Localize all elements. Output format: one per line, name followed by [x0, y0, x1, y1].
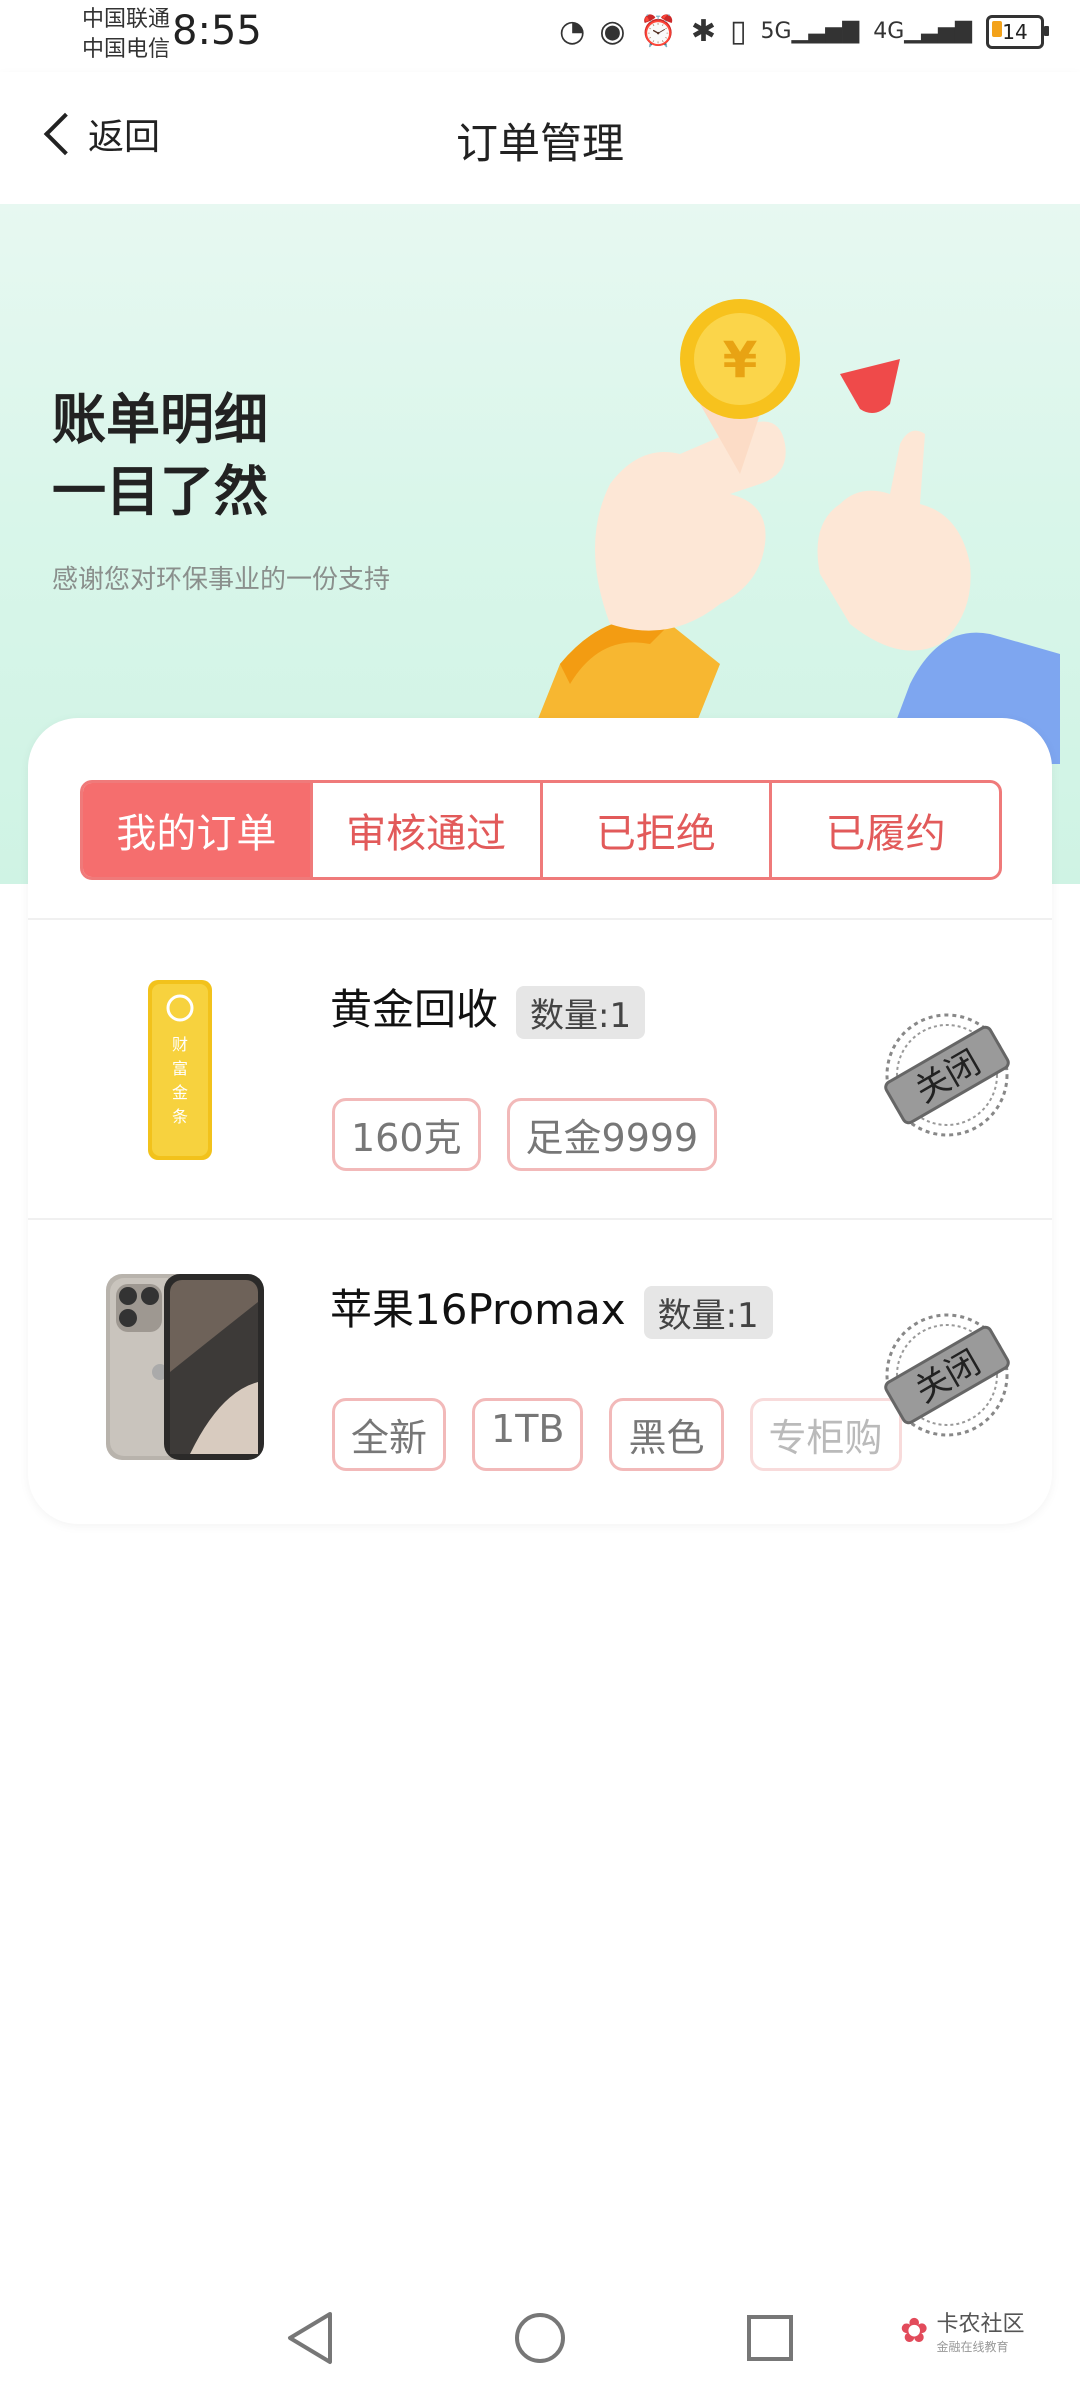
- alarm-icon: ⏰: [639, 14, 677, 49]
- tag: 专柜购: [749, 1398, 902, 1471]
- svg-text:金: 金: [172, 1083, 188, 1102]
- order-item[interactable]: 苹果16Promax 数量:1 全新 1TB 黑色 专柜购 关闭: [28, 1220, 1052, 1520]
- battery-level: 14: [1002, 20, 1028, 44]
- vibrate-icon: ▯: [730, 14, 747, 49]
- battery-icon: 14: [986, 15, 1049, 49]
- qty-badge: 数量:1: [643, 1286, 773, 1339]
- page-title: 订单管理: [455, 119, 624, 168]
- carrier-1: 中国联通: [82, 7, 171, 32]
- clock: 8:55: [172, 8, 262, 54]
- order-tags: 全新 1TB 黑色 专柜购: [332, 1398, 902, 1471]
- system-nav-bar: ✿ 卡农社区 金融在线教育: [0, 2280, 1080, 2400]
- banner-title-line2: 一目了然: [52, 460, 268, 523]
- order-item[interactable]: 财 富 金 条 黄金回收 数量:1 160克 足金9999 关闭: [28, 920, 1052, 1220]
- order-tags: 160克 足金9999: [332, 1098, 718, 1171]
- eye-icon: ◉: [599, 14, 626, 49]
- closed-stamp-icon: 关闭: [884, 1313, 1010, 1437]
- tab-approved[interactable]: 审核通过: [313, 783, 543, 877]
- home-circle-icon[interactable]: [512, 2308, 568, 2368]
- gold-bar-image: 财 富 金 条: [148, 980, 212, 1160]
- speed-icon: ◔: [559, 14, 586, 49]
- svg-text:富: 富: [172, 1059, 188, 1078]
- signal-5g-icon: 5G▁▃▅▇: [760, 19, 860, 44]
- iphone-image: [106, 1274, 264, 1460]
- svg-text:财: 财: [172, 1035, 188, 1054]
- recents-square-icon[interactable]: [742, 2308, 798, 2368]
- order-title: 黄金回收 数量:1: [330, 976, 646, 1039]
- tab-rejected[interactable]: 已拒绝: [543, 783, 773, 877]
- order-title: 苹果16Promax 数量:1: [330, 1276, 773, 1339]
- back-triangle-icon[interactable]: [282, 2308, 338, 2368]
- tag: 160克: [332, 1098, 481, 1171]
- tag: 1TB: [472, 1398, 584, 1471]
- tab-fulfilled[interactable]: 已履约: [772, 783, 999, 877]
- svg-text:条: 条: [172, 1107, 188, 1126]
- nav-bar: 返回 订单管理: [0, 72, 1080, 204]
- banner-title: 账单明细 一目了然: [52, 384, 268, 528]
- tag: 黑色: [609, 1398, 724, 1471]
- banner-title-line1: 账单明细: [52, 388, 268, 451]
- carrier-2: 中国电信: [82, 37, 171, 62]
- order-name: 黄金回收: [330, 985, 499, 1034]
- tag: 全新: [332, 1398, 447, 1471]
- tag: 足金9999: [506, 1098, 718, 1171]
- watermark-text: 卡农社区: [936, 2312, 1025, 2337]
- banner-subtitle: 感谢您对环保事业的一份支持: [52, 565, 391, 595]
- hands-coin-illustration: ¥: [520, 299, 1060, 764]
- status-bar: 中国联通 中国电信 8:55 ◔ ◉ ⏰ ✱ ▯ 5G▁▃▅▇ 4G▁▃▅▇ 1…: [0, 0, 1080, 72]
- signal-4g-icon: 4G▁▃▅▇: [873, 19, 972, 44]
- order-card: 我的订单 审核通过 已拒绝 已履约 财 富 金 条 黄金回收 数量:1 160克 …: [28, 718, 1052, 1524]
- watermark-logo-icon: ✿: [900, 2310, 929, 2351]
- order-tabs: 我的订单 审核通过 已拒绝 已履约: [80, 780, 1002, 880]
- closed-stamp-icon: 关闭: [884, 1013, 1010, 1137]
- watermark-subtext: 金融在线教育: [936, 2340, 1009, 2354]
- bluetooth-icon: ✱: [690, 14, 717, 49]
- tab-my-orders[interactable]: 我的订单: [83, 783, 313, 877]
- qty-badge: 数量:1: [516, 986, 646, 1039]
- svg-text:¥: ¥: [723, 331, 758, 389]
- order-name: 苹果16Promax: [330, 1285, 626, 1334]
- watermark: ✿ 卡农社区 金融在线教育: [900, 2306, 1025, 2355]
- status-icons: ◔ ◉ ⏰ ✱ ▯ 5G▁▃▅▇ 4G▁▃▅▇ 14: [559, 14, 1049, 50]
